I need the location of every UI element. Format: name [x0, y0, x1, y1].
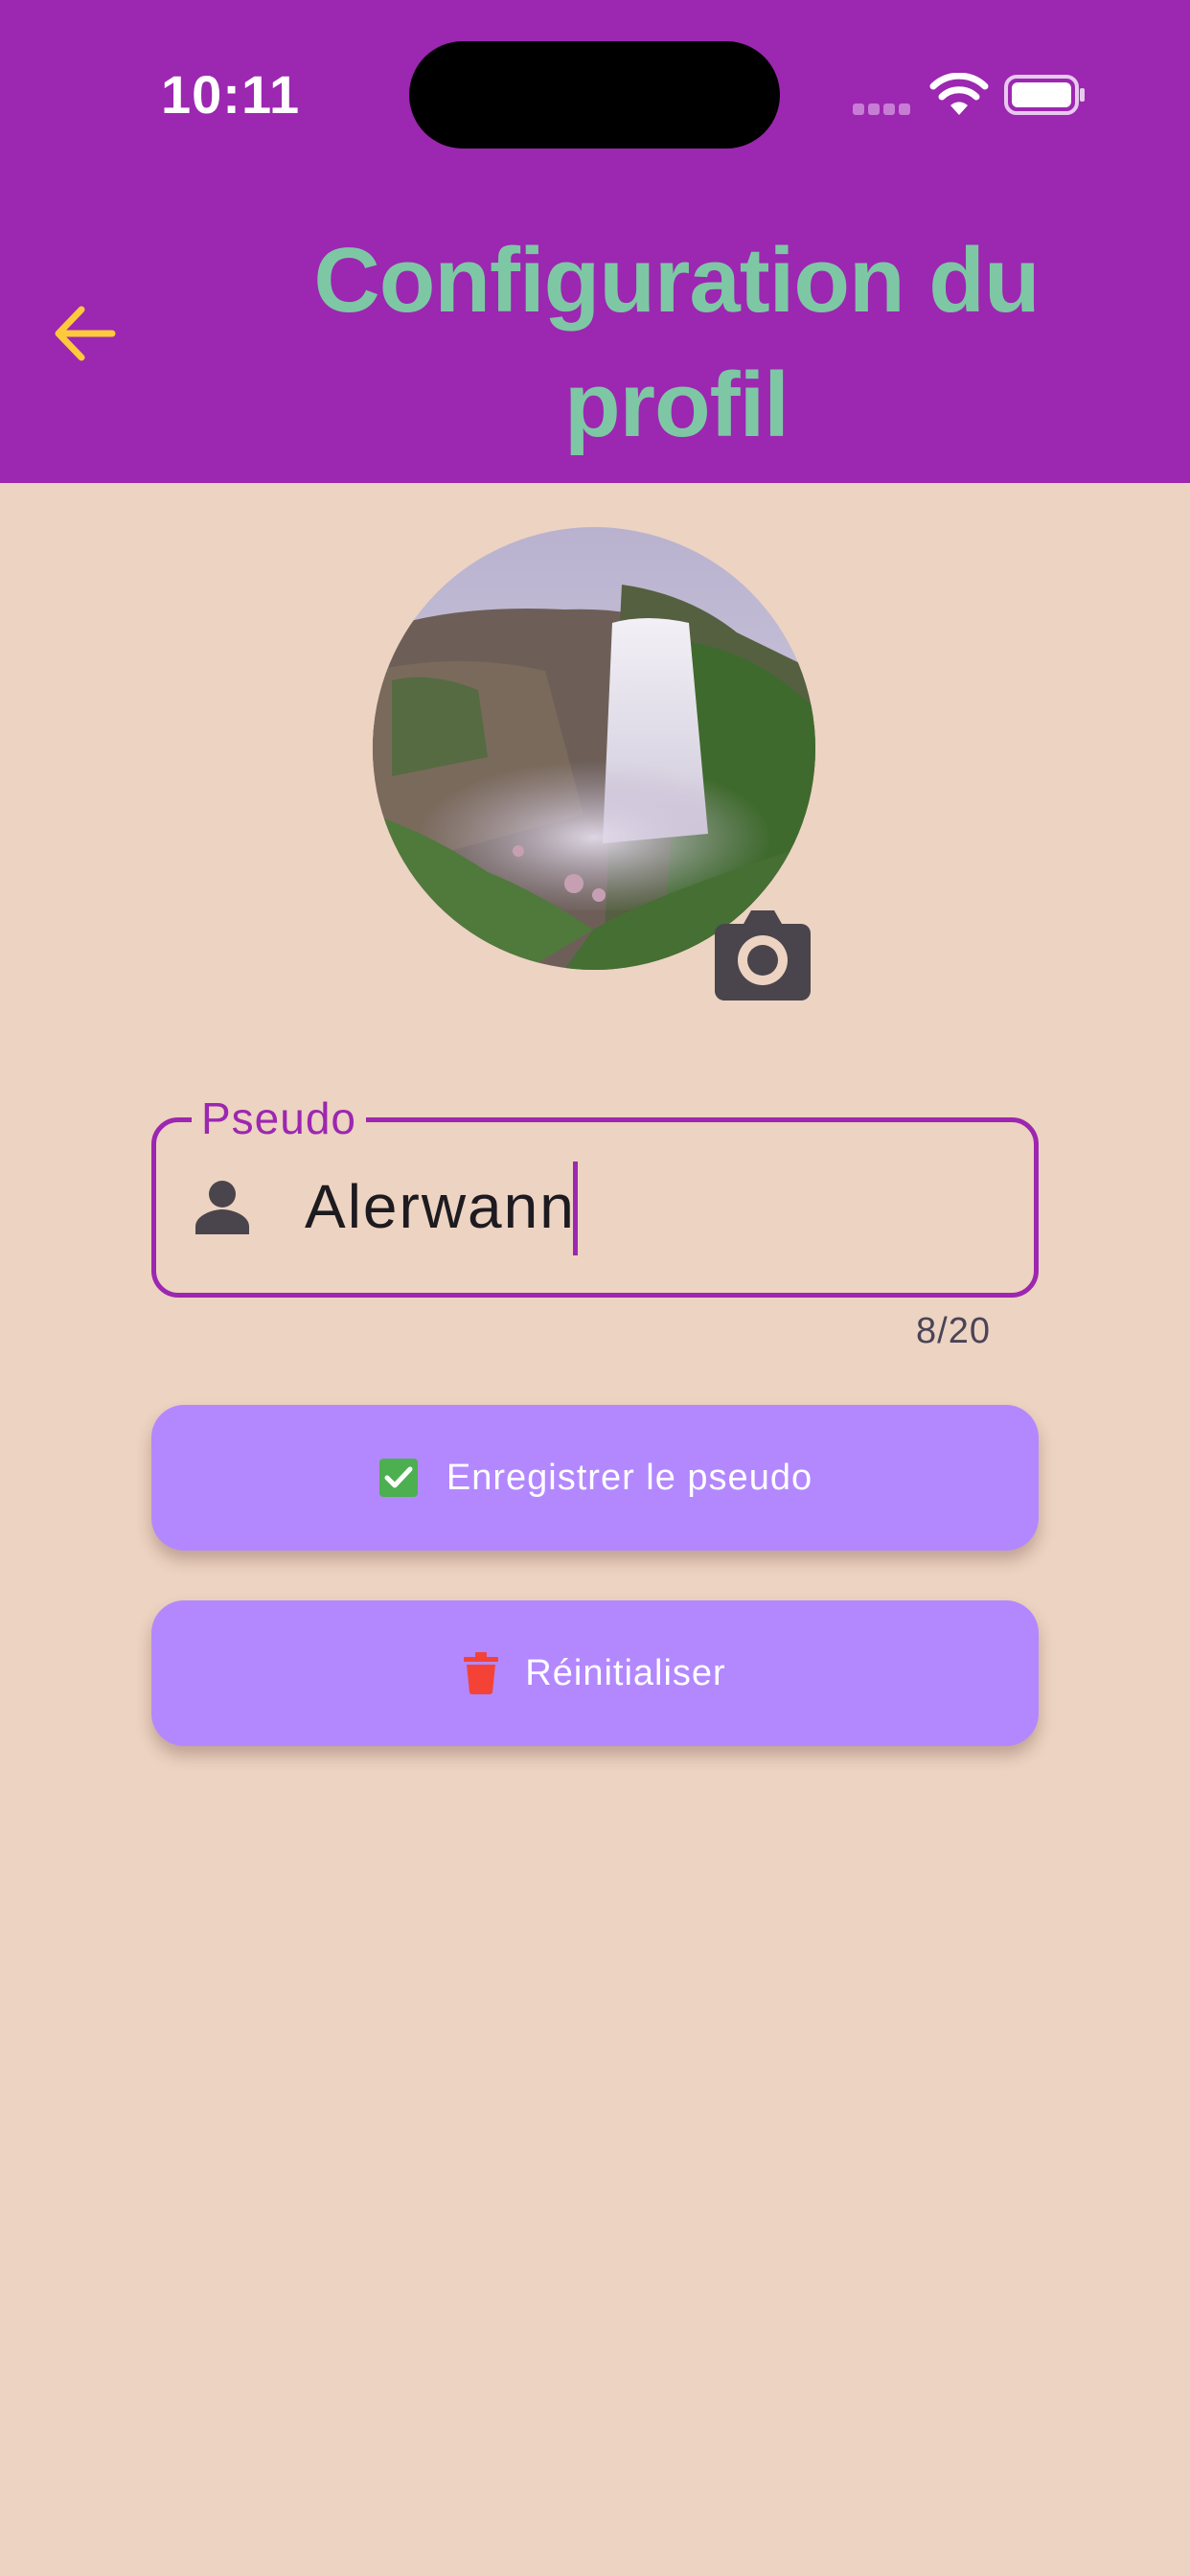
reset-button-label: Réinitialiser [525, 1652, 726, 1693]
reset-button[interactable]: Réinitialiser [151, 1600, 1039, 1746]
profile-avatar[interactable] [373, 527, 815, 970]
battery-icon [1004, 75, 1085, 115]
save-button-label: Enregistrer le pseudo [446, 1457, 813, 1498]
dynamic-island [409, 41, 780, 149]
waterfall-photo [373, 527, 815, 970]
nickname-field[interactable] [151, 1117, 1039, 1298]
back-button[interactable] [38, 288, 130, 380]
checkbox-checked-icon [378, 1459, 418, 1497]
save-nickname-button[interactable]: Enregistrer le pseudo [151, 1405, 1039, 1551]
wifi-icon [929, 73, 989, 115]
nickname-label: Pseudo [192, 1092, 367, 1144]
text-cursor [573, 1162, 578, 1255]
camera-icon[interactable] [711, 907, 814, 1002]
page-title: Configuration du profil [313, 229, 1040, 456]
app-bar: 10:11 Configuration du profil [0, 0, 1190, 483]
arrow-left-icon [55, 306, 116, 361]
person-icon [195, 1181, 249, 1234]
nickname-input[interactable]: Alerwann [305, 1171, 576, 1242]
trash-icon [464, 1652, 499, 1694]
cellular-signal-icon [853, 103, 914, 116]
character-counter: 8/20 [916, 1311, 991, 1351]
status-time: 10:11 [161, 64, 301, 125]
